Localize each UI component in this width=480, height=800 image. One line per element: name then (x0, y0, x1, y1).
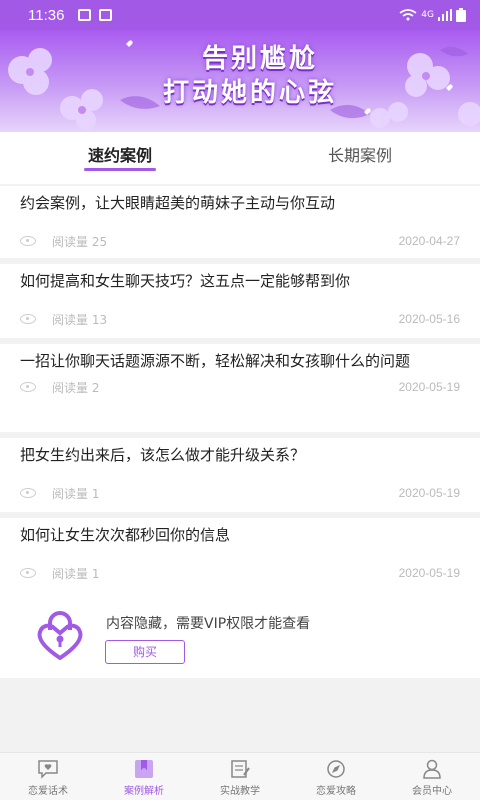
article-date: 2020-04-27 (398, 234, 460, 248)
tab-long-term-cases[interactable]: 长期案例 (240, 132, 480, 184)
read-count: 阅读量 1 (52, 566, 100, 581)
tab-quick-date-cases[interactable]: 速约案例 (0, 132, 240, 184)
image-icon (99, 9, 113, 21)
article-card[interactable]: 把女生约出来后，该怎么做才能升级关系？ 阅读量 1 2020-05-19 (0, 438, 480, 512)
nav-label: 会员中心 (412, 786, 452, 797)
eye-icon (20, 382, 36, 392)
case-tabs: 速约案例 长期案例 (0, 132, 480, 184)
nav-label: 恋爱话术 (28, 786, 68, 797)
nav-item-case-analysis[interactable]: 案例解析 (96, 753, 192, 800)
article-date: 2020-05-19 (398, 380, 460, 394)
article-card[interactable]: 如何让女生次次都秒回你的信息 阅读量 1 2020-05-19 (0, 518, 480, 592)
heart-lock-icon (37, 611, 83, 660)
signal-icon (438, 9, 452, 21)
nav-label: 案例解析 (124, 786, 164, 797)
bookmark-icon (135, 760, 153, 778)
read-count: 阅读量 25 (52, 234, 108, 249)
eye-icon (20, 568, 36, 578)
eye-icon (20, 236, 36, 246)
banner: 告别尴尬 打动她的心弦 (0, 30, 480, 132)
chat-heart-icon (38, 760, 58, 779)
read-count: 阅读量 13 (52, 312, 108, 327)
bottom-nav: 恋爱话术 案例解析 实战教学 恋爱攻略 会员中心 (0, 752, 480, 800)
eye-icon (20, 488, 36, 498)
banner-subheadline: 打动她的心弦 (162, 78, 337, 108)
notification-icon (78, 9, 92, 21)
buy-button[interactable]: 购买 (105, 640, 185, 664)
compass-icon (327, 760, 345, 778)
article-title: 把女生约出来后，该怎么做才能升级关系？ (20, 446, 306, 464)
nav-label: 恋爱攻略 (316, 786, 356, 797)
wifi-icon (399, 9, 417, 21)
article-card[interactable]: 约会案例，让大眼睛超美的萌妹子主动与你互动 阅读量 25 2020-04-27 (0, 186, 480, 258)
network-label: 4G (421, 10, 434, 20)
article-date: 2020-05-19 (398, 486, 460, 500)
vip-locked-panel: 内容隐藏，需要VIP权限才能查看 购买 (0, 592, 480, 678)
article-list: 约会案例，让大眼睛超美的萌妹子主动与你互动 阅读量 25 2020-04-27 … (0, 186, 480, 598)
banner-headline: 告别尴尬 (201, 44, 318, 74)
article-title: 一招让你聊天话题源源不断，轻松解决和女孩聊什么的问题 (20, 352, 411, 370)
nav-item-practice-teaching[interactable]: 实战教学 (192, 753, 288, 800)
status-bar: 11:36 4G (0, 0, 480, 30)
article-title: 如何让女生次次都秒回你的信息 (20, 526, 231, 544)
status-time: 11:36 (28, 6, 65, 24)
nav-item-love-guide[interactable]: 恋爱攻略 (288, 753, 384, 800)
article-card[interactable]: 如何提高和女生聊天技巧？这五点一定能够帮到你 阅读量 13 2020-05-16 (0, 264, 480, 338)
article-title: 约会案例，让大眼睛超美的萌妹子主动与你互动 (20, 194, 336, 212)
article-date: 2020-05-19 (398, 566, 460, 580)
nav-item-member-center[interactable]: 会员中心 (384, 753, 480, 800)
read-count: 阅读量 1 (52, 486, 100, 501)
article-date: 2020-05-16 (398, 312, 460, 326)
nav-item-love-talk[interactable]: 恋爱话术 (0, 753, 96, 800)
vip-message: 内容隐藏，需要VIP权限才能查看 (106, 616, 311, 632)
battery-icon (456, 8, 466, 22)
nav-label: 实战教学 (220, 786, 260, 797)
read-count: 阅读量 2 (52, 380, 100, 395)
article-card[interactable]: 一招让你聊天话题源源不断，轻松解决和女孩聊什么的问题 阅读量 2 2020-05… (0, 344, 480, 432)
notebook-icon (231, 760, 250, 778)
user-icon (423, 759, 441, 779)
eye-icon (20, 314, 36, 324)
article-title: 如何提高和女生聊天技巧？这五点一定能够帮到你 (20, 272, 351, 290)
